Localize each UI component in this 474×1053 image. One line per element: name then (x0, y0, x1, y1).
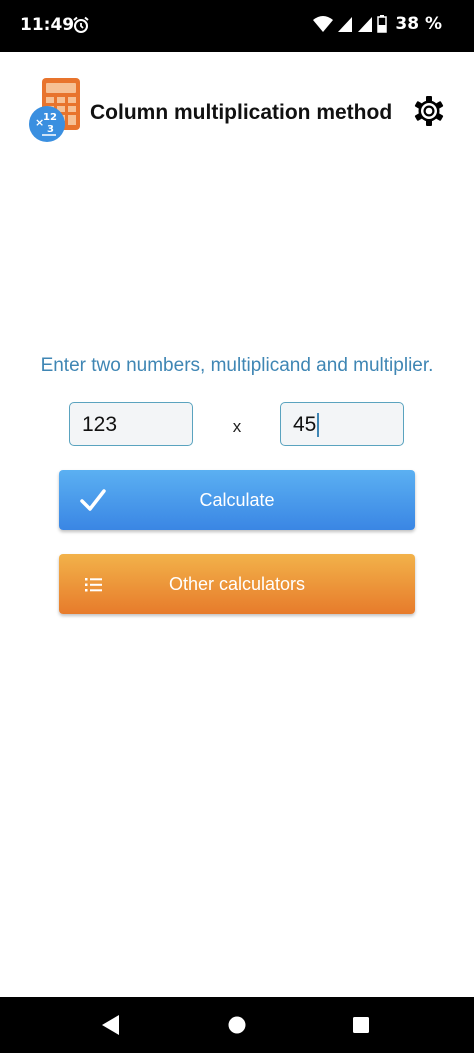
signal-icon (338, 17, 353, 32)
gear-icon[interactable] (412, 94, 446, 128)
svg-text:12: 12 (43, 112, 57, 123)
app-title: Column multiplication method (90, 101, 393, 124)
svg-text:3: 3 (47, 124, 54, 135)
app-header: × 12 3 Column multiplication method (0, 52, 474, 162)
battery-icon (377, 15, 388, 33)
status-bar: 11:49 38 % (0, 0, 474, 52)
multiplicand-value: 123 (82, 413, 118, 436)
navigation-bar (0, 997, 474, 1053)
status-time: 11:49 (20, 15, 75, 35)
screen: 11:49 38 % × 12 3 Column multiplication … (0, 0, 474, 1053)
calculate-label: Calculate (199, 490, 275, 510)
signal-icon (358, 17, 373, 32)
home-icon[interactable] (207, 997, 267, 1053)
other-calculators-label: Other calculators (168, 574, 306, 594)
recents-icon[interactable] (331, 997, 391, 1053)
multiplier-value: 45 (293, 413, 317, 436)
battery-percentage: 38 % (395, 14, 442, 34)
wifi-icon (313, 16, 334, 32)
alarm-icon (73, 16, 89, 33)
multiplier-input[interactable]: 45 (280, 402, 404, 446)
text-cursor (317, 413, 319, 438)
other-calculators-button[interactable]: Other calculators (59, 554, 415, 614)
multiplicand-input[interactable]: 123 (69, 402, 193, 446)
back-icon[interactable] (81, 997, 141, 1053)
status-icons: 38 % (313, 14, 442, 34)
instruction-text: Enter two numbers, multiplicand and mult… (40, 355, 434, 376)
calculate-button[interactable]: Calculate (59, 470, 415, 530)
multiply-operator: x (232, 417, 242, 436)
calculator-icon: × 12 3 (29, 78, 80, 142)
